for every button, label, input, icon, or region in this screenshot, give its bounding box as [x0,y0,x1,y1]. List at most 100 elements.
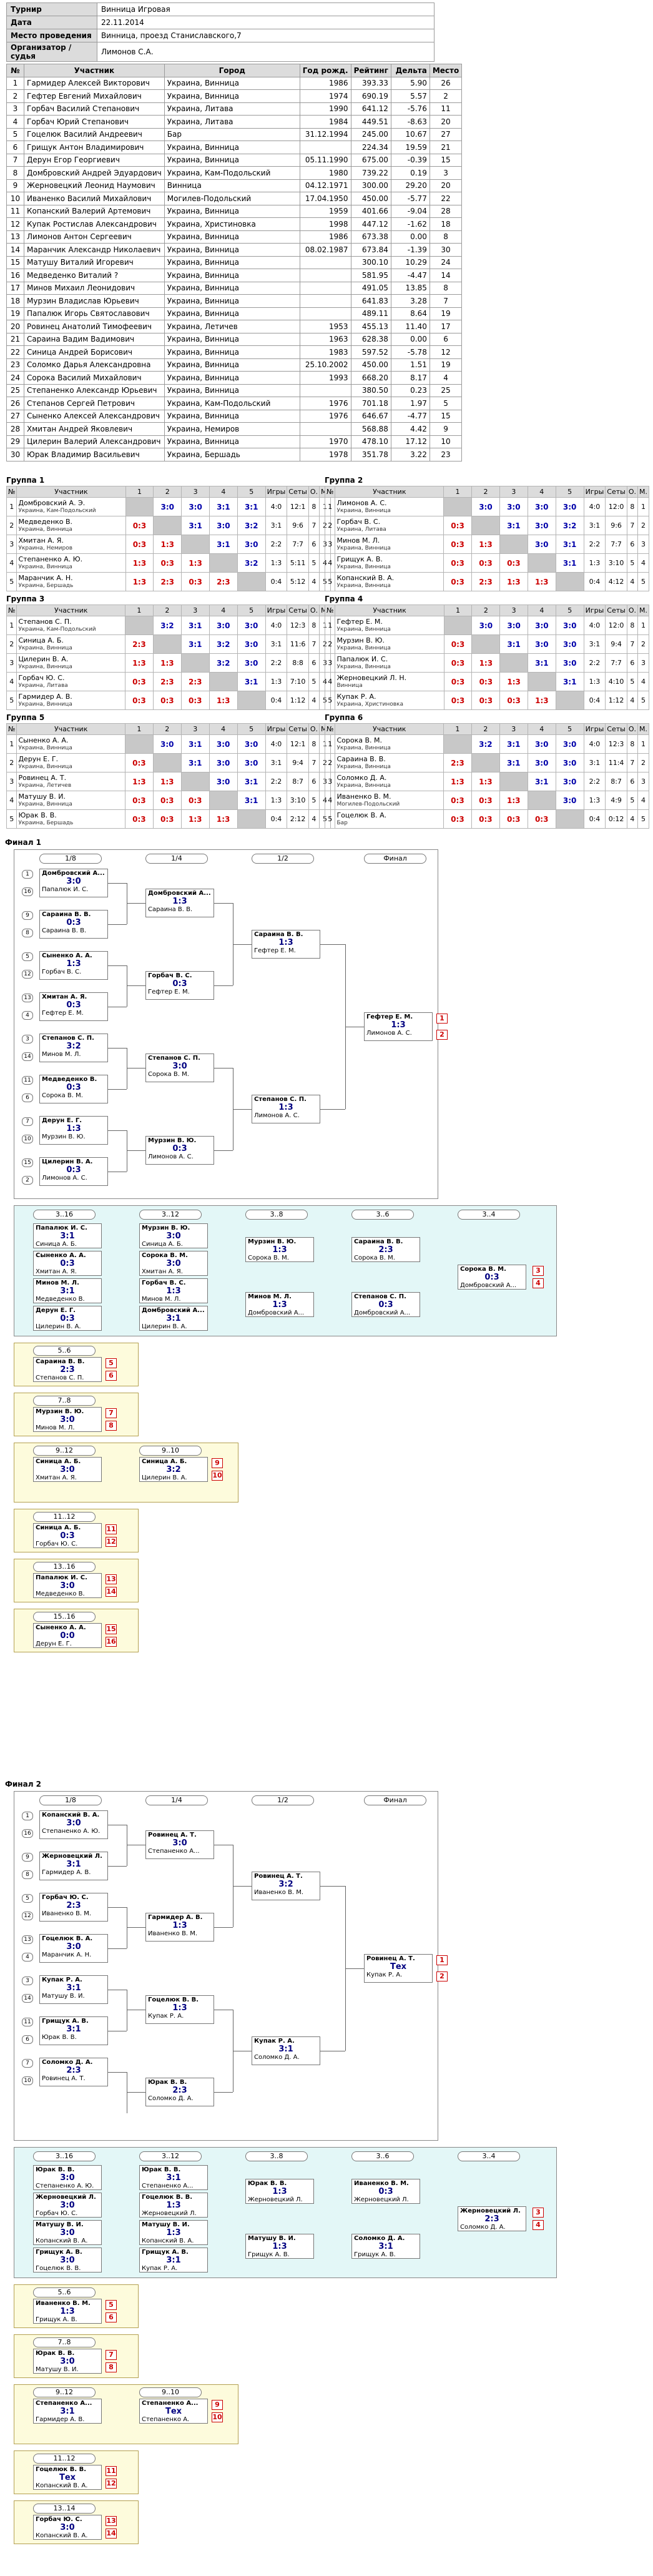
match-player-b: Копанский В. А. [36,2532,88,2539]
place-badge: 14 [106,1587,117,1597]
group-header-row: №Участник12345ИгрыСетыО.М. [6,605,331,616]
group-header-cell: М. [637,723,649,735]
place-bracket: 5..6 Иваненко В. М. 1:3 Грищук А. В. 5 6 [14,2284,139,2328]
bracket-line [127,1927,145,1928]
participant-cell: -4.47 [390,269,430,282]
participant-cell: 489.11 [350,307,391,320]
match-score: 1:3 [60,2307,75,2316]
participant-cell: 5.57 [390,89,430,103]
match-score: 3:0 [60,2523,75,2532]
group-cell-games: 1:3 [583,791,606,810]
group-cell-no: 5 [324,809,336,829]
group-cell-diagonal [209,791,238,810]
participant-cell: 701.18 [350,397,391,410]
seed-badge: 5 [22,952,33,961]
player-name: Купак Р. А. [336,692,376,701]
participant-cell: 22 [429,192,463,205]
participant-cell: 668.20 [350,371,391,385]
group-header-cell: 4 [209,723,238,735]
participant-cell: 29.20 [390,179,430,192]
group-cell-score: 3:0 [527,634,556,654]
final-section: Финал 2 1/8 1/4 1/2 Финал Копанский В. А. 3:0 С… [5,1780,561,2544]
group-cell-diagonal [527,672,556,691]
participant-cell: Украина, Винница [164,89,300,103]
group-cell-score: 3:0 [237,535,266,554]
group-cell-score: 0:3 [471,553,500,573]
group-cell-score: 3:0 [237,634,266,654]
participant-cell: 450.00 [350,358,391,372]
group-cell-sets: 9:4 [287,753,309,772]
match-player-b: Маранчик А. Н. [42,1952,92,1958]
group-cell-score: 0:3 [124,809,154,829]
match-box: Дерун Е. Г. 0:3 Цилерин В. А. [33,1306,102,1331]
participant-cell: 1986 [299,76,351,90]
match-player-b: Цилерин В. А. [142,1323,187,1330]
match-box: Степанов С. П. 3:0 Сорока В. М. [145,1054,214,1082]
group-title: Группа 6 [325,713,363,722]
match-player-b: Гефтер Е. М. [254,947,296,954]
group-box: Группа 1№Участник12345ИгрыСетыО.М.1Домбр… [6,475,331,591]
participant-cell: 449.51 [350,115,391,129]
bracket-line [108,1130,127,1131]
group-cell-score: 3:0 [555,753,584,772]
match-box: Сараина В. В. 0:3 Сараина В. В. [39,910,108,939]
group-cell-games: 2:2 [583,535,606,554]
match-player-b: Соломко Д. А. [148,2095,194,2102]
match-score: 1:3 [172,1921,187,1930]
match-player-b: Копанский В. А. [36,2482,88,2489]
match-box: Матушу В. И. 1:3 Копанский В. А. [139,2220,208,2245]
match-score: 3:2 [166,1465,181,1474]
match-player-b: Минов М. Л. [142,1296,181,1303]
seed-badge: 16 [22,1829,33,1838]
match-score: 3:1 [60,1286,75,1296]
group-cell-score: 0:3 [471,809,500,829]
group-header-row: №Участник12345ИгрыСетыО.М. [6,486,331,498]
player-name: Домбровский А. Э. [18,498,86,507]
group-header-cell: 4 [527,486,556,498]
group-row: 1 Гефтер Е. М. Украина, Винница 3:0 3:0 3:0 3:… [324,616,649,635]
group-cell-player: Гоцелюк В. А. Бар [335,809,444,829]
group-cell-diagonal [443,616,473,635]
group-cell-score: 0:3 [443,653,473,673]
bracket-line [233,1109,252,1110]
group-cell-points: 7 [308,516,320,535]
group-cell-score: 1:3 [471,535,500,554]
participant-cell: Украина, Винница [164,76,300,90]
group-row: 4 Горбач Ю. С. Украина, Литава 0:3 2:3 2:3 3:1… [6,672,331,691]
group-cell-score: 0:3 [443,809,472,829]
group-cell-sets: 1:12 [605,691,627,710]
participant-row: 6 Грищук Антон Владимирович Украина, Винни… [6,141,463,154]
group-header-row: №Участник12345ИгрыСетыО.М. [324,723,649,735]
participant-cell: Украина, Винница [164,230,300,244]
participant-cell: 19 [429,358,463,372]
participants-header-cell: Место [429,64,463,77]
participant-cell: Гоцелюк Василий Андреевич [24,127,165,141]
group-cell-player: Грищук А. В. Украина, Винница [335,553,444,573]
group-cell-no: 4 [6,672,17,691]
participant-cell: 2 [6,89,24,103]
place-badge: 5 [106,1358,117,1368]
participant-cell [299,281,351,295]
group-cell-score: 3:0 [237,616,266,635]
place-badge: 11 [106,2466,117,2476]
group-cell-score: 0:3 [443,516,472,535]
match-score: 3:1 [66,2025,81,2034]
match-player-b: Купак Р. А. [142,2265,178,2272]
participant-cell: 300.00 [350,179,391,192]
group-cell-no: 1 [6,497,17,516]
group-cell-score: 3:1 [499,734,528,754]
group-table: №Участник12345ИгрыСетыО.М.1Сыненко А. А.… [6,723,331,829]
group-row: 3 Соломко Д. А. Украина, Винница 1:3 1:3 3:1 3… [324,772,649,791]
participant-cell: 20 [429,115,463,129]
match-player-b: Горбач В. С. [42,969,82,975]
group-row: 3 Ровинец А. Т. Украина, Летичев 1:3 1:3 3:0 3… [6,772,331,791]
round-label: 11..12 [33,2454,96,2464]
group-row: 4 Грищук А. В. Украина, Винница 0:3 0:3 0:3 3:… [324,553,649,573]
place-bracket: 15..16 Сыненко А. А. 0:0 Дерун Е. Г. 15 16 [14,1609,139,1652]
group-cell-place: 3 [637,535,649,554]
match-player-b: Папалюк И. С. [42,886,89,893]
group-cell-score: 1:3 [499,572,528,591]
group-cell-sets: 9:6 [605,516,627,535]
participant-cell: Степанов Сергей Петрович [24,397,165,410]
group-header-cell: Участник [335,605,444,616]
